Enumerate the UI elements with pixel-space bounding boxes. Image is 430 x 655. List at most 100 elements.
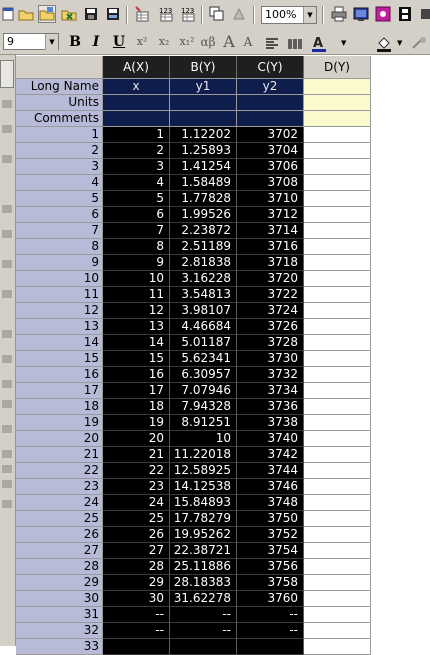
cell-a[interactable]: 19 [103, 415, 170, 431]
cell-c[interactable]: 3756 [237, 559, 304, 575]
row-number[interactable]: 4 [16, 175, 103, 191]
cell-b[interactable]: 1.41254 [170, 159, 237, 175]
units-c[interactable] [237, 95, 304, 111]
cell-c[interactable]: 3740 [237, 431, 304, 447]
cell-a[interactable]: 8 [103, 239, 170, 255]
cell-d[interactable] [304, 175, 371, 191]
comments-a[interactable] [103, 111, 170, 127]
bold-button[interactable]: B [67, 33, 83, 51]
cell-c[interactable]: -- [237, 623, 304, 639]
cell-b[interactable]: 3.98107 [170, 303, 237, 319]
overflow-icon[interactable] [418, 5, 430, 23]
cell-b[interactable]: 7.94328 [170, 399, 237, 415]
cell-d[interactable] [304, 367, 371, 383]
cell-d[interactable] [304, 479, 371, 495]
cell-b[interactable]: 6.30957 [170, 367, 237, 383]
cell-d[interactable] [304, 303, 371, 319]
row-number[interactable]: 20 [16, 431, 103, 447]
cell-d[interactable] [304, 511, 371, 527]
cell-b[interactable]: 19.95262 [170, 527, 237, 543]
row-number[interactable]: 23 [16, 479, 103, 495]
cell-d[interactable] [304, 223, 371, 239]
cell-a[interactable]: -- [103, 607, 170, 623]
cell-a[interactable]: 30 [103, 591, 170, 607]
row-number[interactable]: 30 [16, 591, 103, 607]
chevron-down-icon[interactable]: ▼ [45, 34, 58, 50]
text-color-icon[interactable]: A [310, 35, 328, 53]
save-template-icon[interactable] [104, 5, 122, 23]
cell-b[interactable]: 1.12202 [170, 127, 237, 143]
print-icon[interactable] [330, 5, 348, 23]
import-wizard-icon[interactable] [133, 5, 151, 23]
cell-c[interactable]: 3704 [237, 143, 304, 159]
cell-d[interactable] [304, 159, 371, 175]
row-number[interactable]: 25 [16, 511, 103, 527]
row-number[interactable]: 16 [16, 367, 103, 383]
row-number[interactable]: 27 [16, 543, 103, 559]
cell-b[interactable]: 1.58489 [170, 175, 237, 191]
cell-d[interactable] [304, 447, 371, 463]
cell-c[interactable]: -- [237, 607, 304, 623]
cell-c[interactable]: 3752 [237, 527, 304, 543]
barcode-icon[interactable] [286, 35, 304, 53]
cell-d[interactable] [304, 591, 371, 607]
cell-a[interactable]: 11 [103, 287, 170, 303]
cell-b[interactable]: 25.11886 [170, 559, 237, 575]
cell-d[interactable] [304, 431, 371, 447]
cell-c[interactable]: 3702 [237, 127, 304, 143]
greek-button[interactable]: αβ [198, 33, 218, 51]
comments-c[interactable] [237, 111, 304, 127]
cell-c[interactable]: 3760 [237, 591, 304, 607]
row-number[interactable]: 22 [16, 463, 103, 479]
comments-d[interactable] [304, 111, 371, 127]
cell-d[interactable] [304, 607, 371, 623]
cell-b[interactable]: 3.16228 [170, 271, 237, 287]
row-number[interactable]: 17 [16, 383, 103, 399]
cell-b[interactable]: 5.01187 [170, 335, 237, 351]
row-number[interactable]: 5 [16, 191, 103, 207]
import-multiple-ascii-icon[interactable]: 123 [179, 5, 197, 23]
row-header-comments[interactable]: Comments [16, 111, 103, 127]
row-number[interactable]: 33 [16, 639, 103, 655]
cell-c[interactable]: 3748 [237, 495, 304, 511]
column-header-c[interactable]: C(Y) [237, 56, 304, 79]
row-number[interactable]: 11 [16, 287, 103, 303]
cell-b[interactable]: 28.18383 [170, 575, 237, 591]
cell-b[interactable]: 15.84893 [170, 495, 237, 511]
row-number[interactable]: 6 [16, 207, 103, 223]
cell-a[interactable]: 23 [103, 479, 170, 495]
cell-c[interactable]: 3746 [237, 479, 304, 495]
cell-c[interactable]: 3710 [237, 191, 304, 207]
row-number[interactable]: 10 [16, 271, 103, 287]
cell-d[interactable] [304, 559, 371, 575]
underline-button[interactable]: U [110, 33, 128, 51]
row-number[interactable]: 8 [16, 239, 103, 255]
cell-b[interactable]: -- [170, 623, 237, 639]
pattern-icon[interactable] [410, 35, 428, 53]
cell-c[interactable]: 3718 [237, 255, 304, 271]
chevron-down-icon[interactable]: ▼ [303, 7, 316, 23]
new-project-icon[interactable] [0, 5, 18, 23]
cell-b[interactable]: 4.46684 [170, 319, 237, 335]
cell-d[interactable] [304, 415, 371, 431]
cell-a[interactable]: 20 [103, 431, 170, 447]
row-number[interactable]: 29 [16, 575, 103, 591]
column-header-b[interactable]: B(Y) [170, 56, 237, 79]
cell-c[interactable]: 3716 [237, 239, 304, 255]
cell-b[interactable]: 31.62278 [170, 591, 237, 607]
cell-d[interactable] [304, 527, 371, 543]
cell-a[interactable]: 17 [103, 383, 170, 399]
cell-a[interactable]: 28 [103, 559, 170, 575]
row-number[interactable]: 2 [16, 143, 103, 159]
cell-b[interactable]: -- [170, 607, 237, 623]
cell-d[interactable] [304, 543, 371, 559]
cell-d[interactable] [304, 271, 371, 287]
cell-a[interactable]: 26 [103, 527, 170, 543]
cell-d[interactable] [304, 319, 371, 335]
row-number[interactable]: 18 [16, 399, 103, 415]
cell-c[interactable]: 3728 [237, 335, 304, 351]
cell-b[interactable]: 17.78279 [170, 511, 237, 527]
cell-c[interactable]: 3708 [237, 175, 304, 191]
cell-a[interactable]: 2 [103, 143, 170, 159]
cell-a[interactable]: 4 [103, 175, 170, 191]
